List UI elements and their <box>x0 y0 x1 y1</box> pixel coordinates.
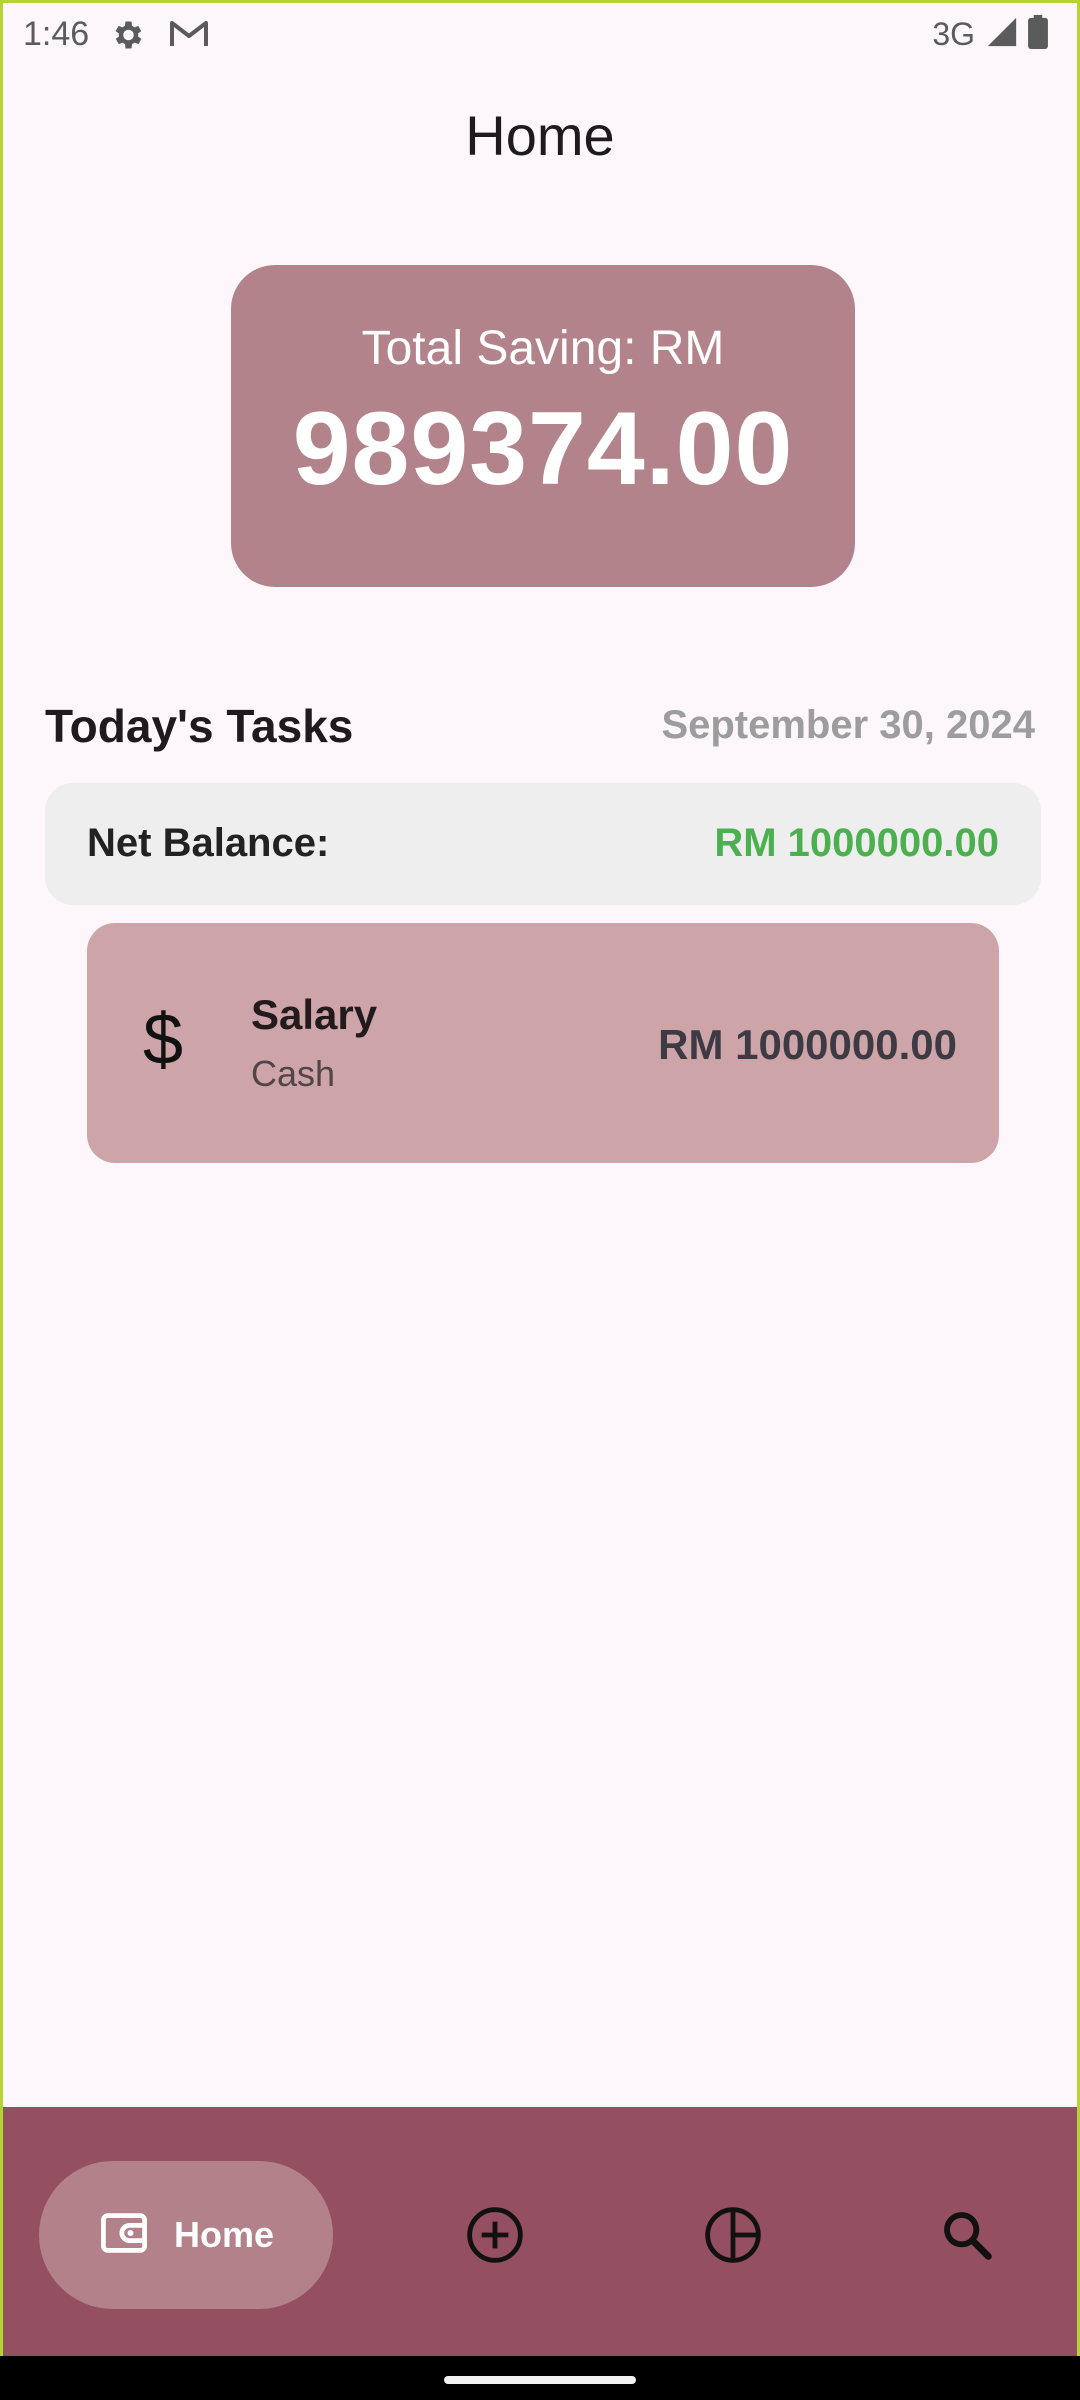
transaction-card[interactable]: $ Salary Cash RM 1000000.00 <box>87 923 999 1163</box>
search-icon <box>935 2212 999 2271</box>
nav-home-label: Home <box>173 2214 275 2255</box>
gear-icon <box>109 17 145 58</box>
wallet-icon <box>98 2207 150 2264</box>
total-saving-value: 989374.00 <box>292 391 794 507</box>
signal-icon <box>985 15 1019 54</box>
total-saving-label: Total Saving: RM <box>361 322 725 375</box>
net-balance-label: Net Balance: <box>87 821 330 865</box>
pie-chart-icon <box>701 2207 765 2271</box>
nav-add-button[interactable] <box>463 2203 527 2267</box>
nav-home-button[interactable]: Home <box>39 2161 333 2309</box>
status-time: 1:46 <box>23 15 90 53</box>
transaction-amount: RM 1000000.00 <box>658 1021 957 1068</box>
transaction-subtitle: Cash <box>251 1053 336 1094</box>
status-bar: 1:46 3G <box>3 3 1077 65</box>
transaction-title: Salary <box>251 991 378 1038</box>
tasks-title: Today's Tasks <box>45 700 354 752</box>
dollar-icon: $ <box>143 1000 184 1080</box>
add-circle-icon <box>463 2207 527 2271</box>
network-type: 3G <box>932 16 975 52</box>
gesture-handle[interactable] <box>444 2376 636 2384</box>
battery-icon <box>1027 15 1049 54</box>
bottom-navigation: Home <box>3 2107 1077 2356</box>
net-balance-value: RM 1000000.00 <box>714 821 999 865</box>
total-saving-card: Total Saving: RM 989374.00 <box>231 265 855 587</box>
nav-statistics-button[interactable] <box>701 2203 765 2267</box>
page-title: Home <box>465 104 615 167</box>
app-screen: 1:46 3G Home Total Saving: RM 989374.00 … <box>0 0 1080 2356</box>
nav-search-button[interactable] <box>935 2203 999 2267</box>
net-balance-card: Net Balance: RM 1000000.00 <box>45 783 1041 905</box>
gmail-icon <box>169 19 209 54</box>
tasks-date[interactable]: September 30, 2024 <box>661 703 1035 748</box>
